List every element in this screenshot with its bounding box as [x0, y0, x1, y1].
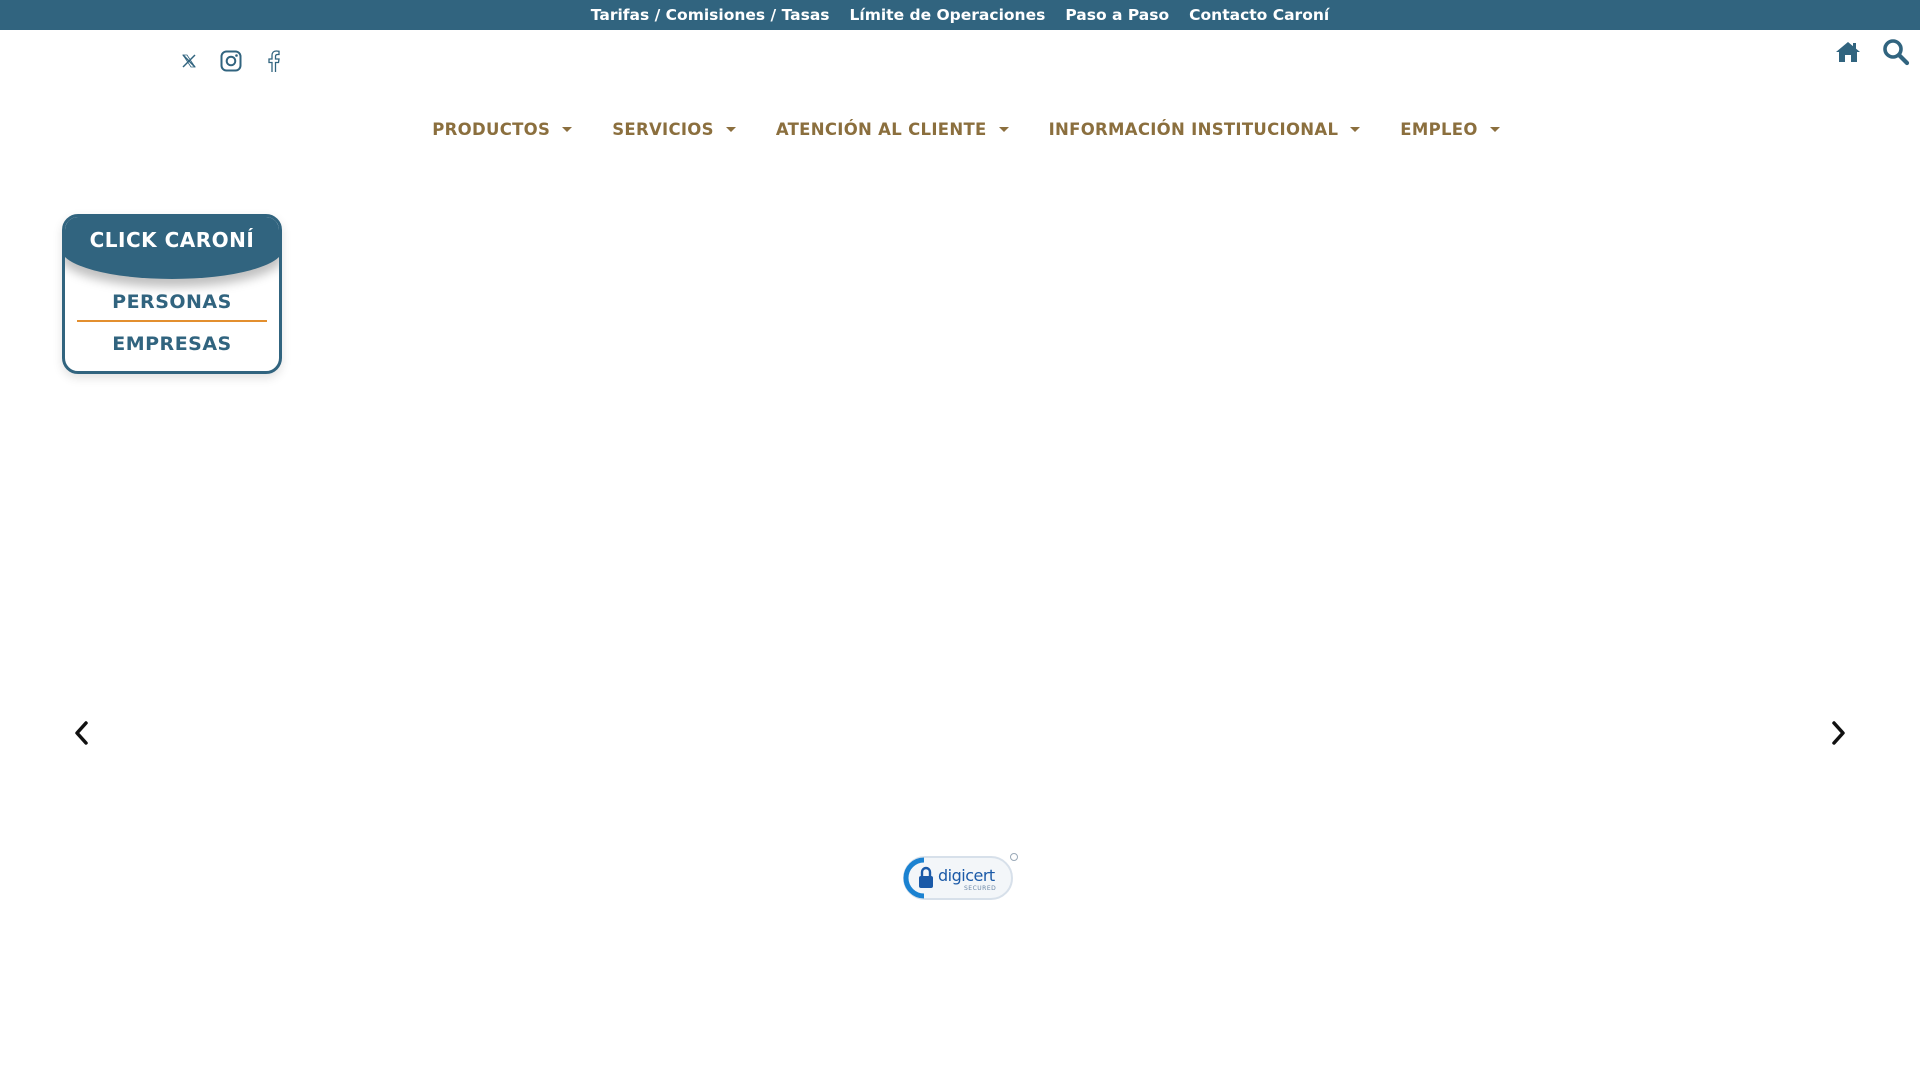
digicert-seal[interactable]: digicert SECURED [898, 852, 1020, 904]
caret-down-icon [725, 126, 736, 132]
nav-item-label: PRODUCTOS [432, 119, 551, 139]
digicert-secured: SECURED [964, 885, 997, 892]
click-caroni-title[interactable]: CLICK CARONÍ [65, 217, 279, 279]
header-utility-icons [1834, 38, 1910, 66]
facebook-icon[interactable] [265, 49, 281, 73]
nav-item-productos[interactable]: PRODUCTOS [432, 119, 573, 139]
nav-item-servicios[interactable]: SERVICIOS [612, 120, 736, 139]
empresas-link[interactable]: EMPRESAS [65, 333, 279, 355]
nav-item-label: SERVICIOS [612, 119, 714, 139]
social-links [181, 49, 281, 73]
caret-down-icon [998, 126, 1009, 132]
widget-divider [77, 320, 267, 322]
topbar-link-contacto[interactable]: Contacto Caroní [1189, 6, 1329, 24]
nav-item-informacion[interactable]: INFORMACIÓN INSTITUCIONAL [1049, 120, 1361, 139]
main-navigation: PRODUCTOS SERVICIOS ATENCIÓN AL CLIENTE … [0, 117, 1920, 141]
personas-link[interactable]: PERSONAS [65, 291, 279, 313]
topbar-link-paso[interactable]: Paso a Paso [1065, 6, 1169, 24]
topbar-link-limite[interactable]: Límite de Operaciones [850, 6, 1046, 24]
nav-item-label: ATENCIÓN AL CLIENTE [775, 119, 987, 139]
nav-item-label: INFORMACIÓN INSTITUCIONAL [1048, 119, 1339, 139]
caret-down-icon [1350, 126, 1361, 132]
digicert-brand: digicert [938, 866, 995, 885]
home-icon[interactable] [1834, 40, 1862, 64]
nav-item-label: EMPLEO [1400, 119, 1478, 139]
caret-down-icon [562, 126, 573, 132]
chevron-left-icon [75, 721, 88, 745]
carousel-next-button[interactable] [1824, 716, 1854, 750]
search-icon[interactable] [1882, 38, 1910, 66]
click-caroni-widget: CLICK CARONÍ PERSONAS EMPRESAS [62, 214, 282, 374]
top-utility-bar: Tarifas / Comisiones / Tasas Límite de O… [0, 0, 1920, 30]
instagram-icon[interactable] [219, 49, 243, 73]
topbar-link-tarifas[interactable]: Tarifas / Comisiones / Tasas [591, 6, 830, 24]
chevron-right-icon [1832, 721, 1845, 745]
x-twitter-icon[interactable] [181, 53, 197, 69]
carousel-prev-button[interactable] [66, 716, 96, 750]
caret-down-icon [1489, 126, 1500, 132]
nav-item-atencion[interactable]: ATENCIÓN AL CLIENTE [776, 120, 1009, 139]
nav-item-empleo[interactable]: EMPLEO [1400, 119, 1500, 139]
